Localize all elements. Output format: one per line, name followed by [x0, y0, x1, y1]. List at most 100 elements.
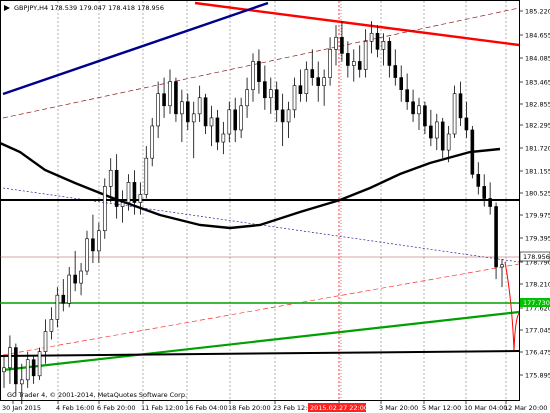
candle-body [8, 347, 12, 369]
candle-body [470, 129, 475, 175]
candle-body [399, 77, 404, 90]
candle-body [138, 194, 143, 203]
time-tick-label: 11 Feb 12:00 [141, 404, 184, 412]
candle-body [423, 105, 427, 127]
candle-body [79, 270, 83, 284]
candle-body [2, 367, 6, 373]
candle-body [91, 238, 95, 252]
candle-body [417, 105, 421, 115]
price-chart[interactable]: 185.220 184.655 184.085 183.465 182.855 182.2… [0, 0, 550, 413]
candle-body [286, 109, 291, 123]
candle-body [328, 49, 332, 78]
candle-body [292, 85, 297, 111]
candle-body [73, 274, 77, 284]
candle-body [37, 351, 42, 377]
candle-body [476, 174, 481, 187]
candle-body [429, 125, 433, 139]
price-tick-label: 179.975 [525, 211, 550, 219]
candle-body [464, 117, 469, 131]
candle-body [97, 230, 101, 252]
candle-body [49, 319, 54, 332]
price-tick-label: 177.045 [525, 326, 550, 334]
candle-body [132, 182, 137, 203]
candle-body [351, 61, 356, 66]
candle-body [215, 117, 220, 143]
candle-body [43, 331, 48, 352]
candle-body [263, 81, 267, 99]
candle-body [221, 133, 226, 143]
candle-body [482, 186, 487, 199]
candle-body [310, 69, 315, 78]
candle-body [500, 264, 504, 268]
candle-body [280, 109, 285, 123]
candle-body [19, 379, 24, 385]
candle-body [197, 97, 202, 115]
price-tick-label: 184.085 [525, 54, 550, 62]
green-level-label: 177.730 [523, 299, 550, 307]
price-tick-label: 182.855 [525, 100, 550, 108]
price-tick-label: 178.210 [525, 280, 550, 288]
candle-body [363, 41, 368, 70]
candle-body [14, 347, 18, 385]
candle-body [185, 101, 190, 123]
candle-body [393, 65, 398, 78]
price-axis: 185.220 184.655 184.085 183.465 182.855 182.2… [519, 7, 550, 379]
candle-body [369, 32, 374, 42]
candle-body [55, 294, 60, 320]
time-tick-label: 10 Mar 04:00 [464, 404, 507, 412]
candle-body [304, 69, 309, 94]
candle-body [322, 77, 326, 86]
time-tick-label: 4 Feb 16:00 [56, 404, 95, 412]
chart-window[interactable]: 185.220 184.655 184.085 183.465 182.855 182.2… [0, 0, 550, 413]
price-tick-label: 175.895 [525, 371, 550, 379]
candle-body [251, 61, 255, 90]
price-tick-label: 181.720 [525, 144, 550, 152]
time-axis: 30 Jan 2015 4 Feb 16:00 6 Feb 20:00 11 Feb … [2, 400, 547, 412]
candle-body [387, 41, 392, 66]
candle-body [245, 89, 249, 107]
time-tick-label: 16 Feb 04:00 [185, 404, 228, 412]
symbol-info: GBPJPY,H4 178.539 179.047 178.418 178.95… [14, 4, 164, 12]
time-tick-label: 18 Feb 20:00 [228, 404, 271, 412]
candle-body [340, 36, 344, 54]
time-highlight-label: 2015.02.27 22:00 [310, 404, 368, 412]
candle-body [458, 93, 463, 119]
candle-body [375, 32, 380, 50]
time-tick-label: 3 Mar 20:00 [379, 404, 418, 412]
time-tick-label: 6 Feb 20:00 [97, 404, 136, 412]
candle-body [120, 202, 125, 207]
time-tick-label: 12 Mar 20:00 [504, 404, 547, 412]
current-price-label: 178.956 [523, 253, 550, 261]
price-tick-label: 176.475 [525, 348, 550, 356]
candle-body [114, 169, 119, 207]
candle-body [239, 105, 243, 131]
candle-body [150, 125, 155, 159]
candle-body [268, 89, 273, 99]
price-tick-label: 180.525 [525, 189, 550, 197]
candle-body [180, 101, 184, 115]
candle-body [85, 238, 89, 272]
candle-body [174, 81, 178, 115]
candle-body [298, 85, 303, 94]
price-tick-label: 181.155 [525, 167, 550, 175]
candle-body [126, 182, 131, 203]
candle-body [316, 77, 321, 86]
candle-body [446, 133, 451, 151]
candle-body [357, 61, 362, 70]
price-tick-label: 182.295 [525, 121, 550, 129]
candle-body [61, 294, 66, 304]
candle-body [440, 121, 445, 151]
candle-body [257, 61, 261, 82]
time-tick-label: 30 Jan 2015 [2, 404, 41, 412]
candle-body [209, 117, 214, 127]
candle-body [434, 121, 439, 139]
candle-body [452, 93, 457, 135]
candle-body [381, 41, 386, 50]
price-tick-label: 184.655 [525, 31, 550, 39]
candle-body [191, 113, 196, 123]
candle-body [233, 109, 238, 131]
candle-body [203, 97, 208, 127]
candle-body [168, 81, 172, 107]
candle-body [31, 359, 36, 377]
candle-body [411, 101, 415, 115]
